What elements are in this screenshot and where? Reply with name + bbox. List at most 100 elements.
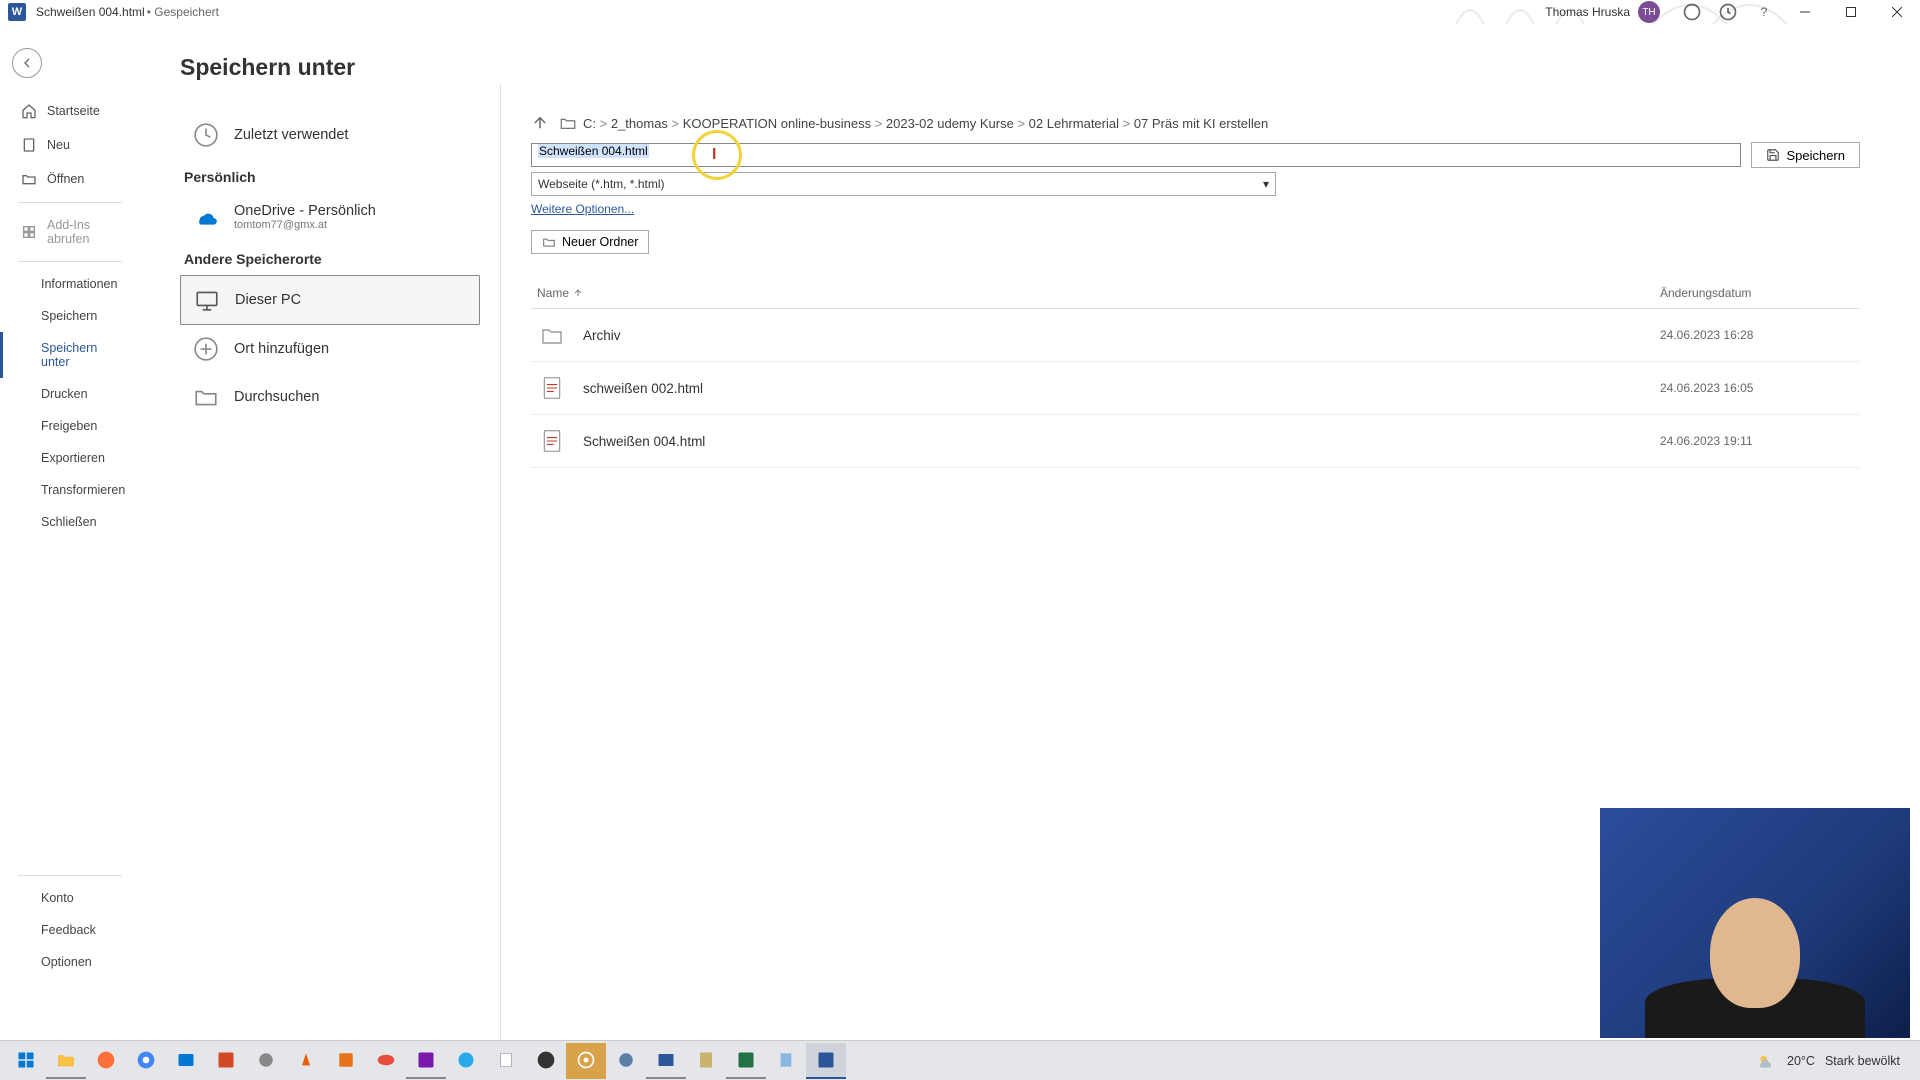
document-title: Schweißen 004.html bbox=[36, 5, 145, 19]
sidebar-label: Add-Ins abrufen bbox=[47, 218, 126, 246]
sidebar-item-print[interactable]: Drucken bbox=[0, 378, 140, 410]
start-button[interactable] bbox=[6, 1043, 46, 1079]
sidebar-label: Konto bbox=[41, 891, 74, 905]
back-button[interactable] bbox=[12, 48, 42, 78]
column-header-name[interactable]: Name bbox=[531, 286, 1660, 300]
taskbar-powerpoint[interactable] bbox=[206, 1043, 246, 1079]
addins-icon bbox=[21, 224, 37, 240]
sidebar-label: Exportieren bbox=[41, 451, 105, 465]
title-bar: W Schweißen 004.html • Gespeichert Thoma… bbox=[0, 0, 1920, 24]
sidebar-item-options[interactable]: Optionen bbox=[0, 946, 140, 978]
file-name: Archiv bbox=[583, 328, 1660, 343]
taskbar-explorer[interactable] bbox=[46, 1043, 86, 1079]
sidebar-item-addins[interactable]: Add-Ins abrufen bbox=[0, 209, 140, 255]
location-label: Ort hinzufügen bbox=[234, 341, 329, 357]
breadcrumb-segment[interactable]: 2_thomas bbox=[611, 116, 668, 131]
taskbar-obs[interactable] bbox=[526, 1043, 566, 1079]
filename-input[interactable]: Schweißen 004.html I bbox=[531, 143, 1741, 167]
taskbar-telegram[interactable] bbox=[446, 1043, 486, 1079]
taskbar-onenote[interactable] bbox=[406, 1043, 446, 1079]
location-label: Durchsuchen bbox=[234, 389, 319, 405]
close-button[interactable] bbox=[1874, 0, 1920, 24]
sidebar-item-share[interactable]: Freigeben bbox=[0, 410, 140, 442]
taskbar-firefox[interactable] bbox=[86, 1043, 126, 1079]
breadcrumb-separator: > bbox=[596, 116, 611, 131]
maximize-button[interactable] bbox=[1828, 0, 1874, 24]
sidebar-item-open[interactable]: Öffnen bbox=[0, 162, 140, 196]
location-browse[interactable]: Durchsuchen bbox=[180, 373, 480, 421]
taskbar-app-circle[interactable] bbox=[606, 1043, 646, 1079]
html-file-icon bbox=[537, 429, 567, 453]
taskbar-app-blue[interactable] bbox=[646, 1043, 686, 1079]
weather-icon bbox=[1757, 1051, 1777, 1071]
taskbar-app-white[interactable] bbox=[486, 1043, 526, 1079]
new-folder-button[interactable]: Neuer Ordner bbox=[531, 230, 649, 254]
filename-value: Schweißen 004.html bbox=[538, 144, 649, 158]
sidebar-item-home[interactable]: Startseite bbox=[0, 94, 140, 128]
sidebar-item-new[interactable]: Neu bbox=[0, 128, 140, 162]
file-date: 24.06.2023 16:05 bbox=[1660, 381, 1860, 395]
sidebar-item-saveas[interactable]: Speichern unter bbox=[0, 332, 140, 378]
location-this-pc[interactable]: Dieser PC bbox=[180, 275, 480, 325]
taskbar: 20°C Stark bewölkt bbox=[0, 1040, 1920, 1080]
weather-text[interactable]: Stark bewölkt bbox=[1825, 1054, 1900, 1068]
sidebar-item-feedback[interactable]: Feedback bbox=[0, 914, 140, 946]
up-folder-button[interactable] bbox=[531, 114, 549, 132]
taskbar-app-red[interactable] bbox=[366, 1043, 406, 1079]
pending-icon[interactable] bbox=[1718, 2, 1738, 22]
sidebar-item-account[interactable]: Konto bbox=[0, 882, 140, 914]
taskbar-notepad[interactable] bbox=[766, 1043, 806, 1079]
add-place-icon bbox=[192, 335, 220, 363]
column-header-date[interactable]: Änderungsdatum bbox=[1660, 286, 1860, 300]
more-options-link[interactable]: Weitere Optionen... bbox=[531, 202, 634, 216]
breadcrumb: C: > 2_thomas > KOOPERATION online-busin… bbox=[531, 114, 1860, 132]
breadcrumb-separator: > bbox=[1014, 116, 1029, 131]
sidebar-item-export[interactable]: Exportieren bbox=[0, 442, 140, 474]
sidebar-item-close[interactable]: Schließen bbox=[0, 506, 140, 538]
user-avatar[interactable]: TH bbox=[1638, 1, 1660, 23]
accessibility-icon[interactable] bbox=[1682, 2, 1702, 22]
location-add-place[interactable]: Ort hinzufügen bbox=[180, 325, 480, 373]
filetype-value: Webseite (*.htm, *.html) bbox=[538, 177, 664, 191]
file-date: 24.06.2023 16:28 bbox=[1660, 328, 1860, 342]
backstage-sidebar: Startseite Neu Öffnen Add-Ins abrufen In… bbox=[0, 24, 140, 1040]
sidebar-label: Drucken bbox=[41, 387, 88, 401]
file-row[interactable]: schweißen 002.html24.06.2023 16:05 bbox=[531, 362, 1860, 415]
new-folder-icon bbox=[542, 235, 556, 249]
sidebar-label: Speichern bbox=[41, 309, 97, 323]
file-row[interactable]: Schweißen 004.html24.06.2023 19:11 bbox=[531, 415, 1860, 468]
sidebar-label: Schließen bbox=[41, 515, 97, 529]
taskbar-outlook[interactable] bbox=[166, 1043, 206, 1079]
onedrive-icon bbox=[192, 203, 220, 231]
location-recent[interactable]: Zuletzt verwendet bbox=[180, 111, 480, 159]
help-icon[interactable]: ? bbox=[1754, 2, 1774, 22]
breadcrumb-segment[interactable]: 02 Lehrmaterial bbox=[1029, 116, 1119, 131]
sidebar-item-info[interactable]: Informationen bbox=[0, 268, 140, 300]
weather-temp[interactable]: 20°C bbox=[1787, 1054, 1815, 1068]
location-onedrive[interactable]: OneDrive - Persönlich tomtom77@gmx.at bbox=[180, 193, 480, 241]
file-name: Schweißen 004.html bbox=[583, 434, 1660, 449]
taskbar-excel[interactable] bbox=[726, 1043, 766, 1079]
webcam-overlay bbox=[1600, 808, 1910, 1038]
location-label: Dieser PC bbox=[235, 292, 301, 308]
taskbar-word[interactable] bbox=[806, 1043, 846, 1079]
breadcrumb-segment[interactable]: KOOPERATION online-business bbox=[683, 116, 871, 131]
minimize-button[interactable] bbox=[1782, 0, 1828, 24]
save-button-label: Speichern bbox=[1786, 148, 1845, 163]
taskbar-app-orange[interactable] bbox=[326, 1043, 366, 1079]
breadcrumb-segment[interactable]: 07 Präs mit KI erstellen bbox=[1134, 116, 1268, 131]
taskbar-recorder[interactable] bbox=[566, 1043, 606, 1079]
breadcrumb-segment[interactable]: 2023-02 udemy Kurse bbox=[886, 116, 1014, 131]
user-name[interactable]: Thomas Hruska bbox=[1545, 5, 1630, 19]
folder-row[interactable]: Archiv24.06.2023 16:28 bbox=[531, 309, 1860, 362]
taskbar-chrome[interactable] bbox=[126, 1043, 166, 1079]
save-button[interactable]: Speichern bbox=[1751, 142, 1860, 168]
sidebar-item-transform[interactable]: Transformieren bbox=[0, 474, 140, 506]
taskbar-vlc[interactable] bbox=[286, 1043, 326, 1079]
sidebar-label: Startseite bbox=[47, 104, 100, 118]
taskbar-app-notes[interactable] bbox=[686, 1043, 726, 1079]
filetype-select[interactable]: Webseite (*.htm, *.html) ▾ bbox=[531, 172, 1276, 196]
taskbar-app-grey[interactable] bbox=[246, 1043, 286, 1079]
breadcrumb-segment[interactable]: C: bbox=[583, 116, 596, 131]
sidebar-item-save[interactable]: Speichern bbox=[0, 300, 140, 332]
